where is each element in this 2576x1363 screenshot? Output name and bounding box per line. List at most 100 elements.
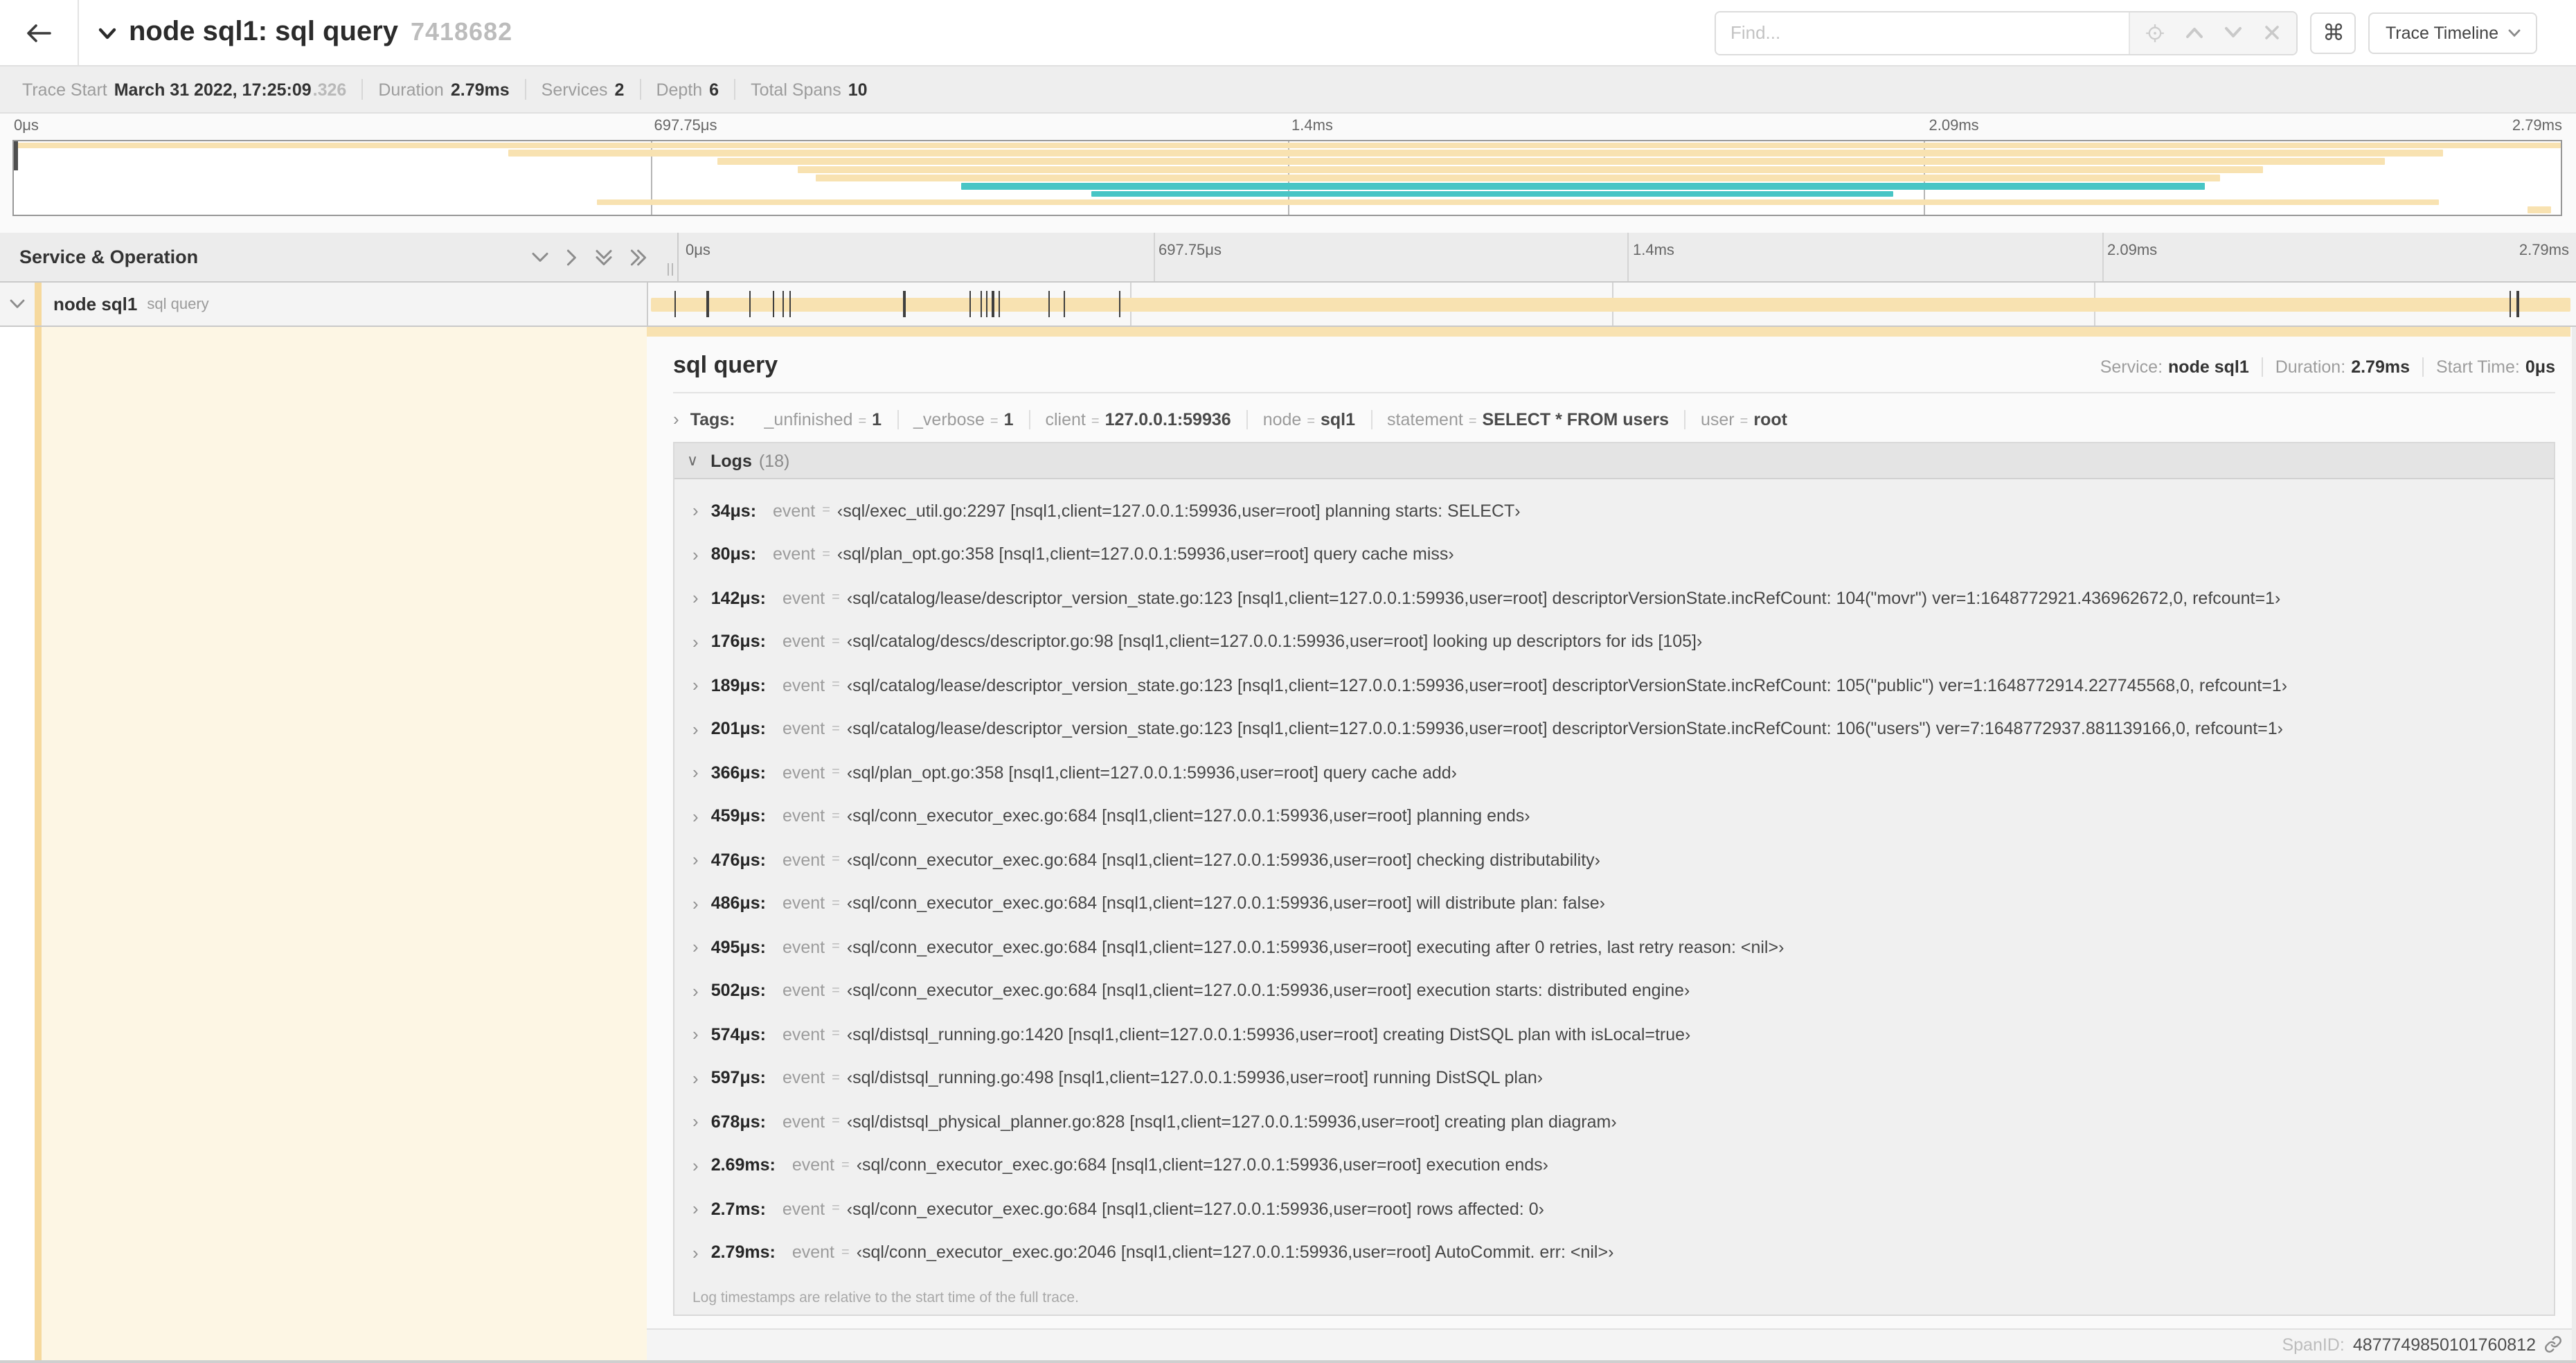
span-collapse-chevron-icon[interactable] — [0, 299, 35, 309]
log-marker-tick — [1063, 291, 1066, 317]
log-timestamp: 34μs: — [710, 501, 757, 521]
log-timestamp: 476μs: — [710, 850, 766, 870]
view-select-label: Trace Timeline — [2385, 23, 2498, 42]
chevron-right-icon: › — [692, 1155, 699, 1176]
find-input[interactable] — [1716, 12, 2129, 53]
deep-link-icon[interactable] — [2544, 1335, 2562, 1353]
span-overview-stats: Service: node sql1 Duration: 2.79ms Start … — [2100, 357, 2555, 377]
log-field-value: ‹sql/conn_executor_exec.go:684 [nsql1,cl… — [846, 981, 1690, 1001]
log-marker-tick — [789, 291, 791, 317]
minimap-range-handle[interactable] — [14, 141, 18, 170]
timeline-header: Service & Operation 0μs 697.75μs 1.4ms 2… — [0, 233, 2576, 283]
tags-accordian-toggle[interactable]: › Tags: _unfinished = 1 _verbose = 1 client =… — [673, 409, 2555, 429]
log-entry[interactable]: › 2.79ms: event = ‹sql/conn_executor_exe… — [674, 1231, 2554, 1274]
trace-summary-bar: Trace Start March 31 2022, 17:25:09.326 … — [0, 65, 2576, 114]
clear-find-icon[interactable] — [2253, 13, 2291, 52]
chevron-right-icon: › — [673, 409, 679, 429]
log-field-value: ‹sql/conn_executor_exec.go:2046 [nsql1,c… — [856, 1242, 1614, 1263]
tag-item: statement = SELECT * FROM users — [1370, 409, 1684, 429]
minimap-span-bar — [961, 182, 2205, 190]
log-marker-tick — [2516, 291, 2519, 317]
log-entry[interactable]: › 176μs: event = ‹sql/catalog/descs/desc… — [674, 620, 2554, 663]
log-timestamp: 2.79ms: — [710, 1242, 776, 1263]
log-field-key: event — [782, 632, 825, 652]
log-field-value: ‹sql/catalog/lease/descriptor_version_st… — [846, 588, 2281, 608]
log-entry[interactable]: › 495μs: event = ‹sql/conn_executor_exec… — [674, 925, 2554, 969]
log-field-key: event — [782, 937, 825, 957]
tags-list: _unfinished = 1 _verbose = 1 client = 127.0.0.… — [749, 409, 1803, 429]
find-prev-icon[interactable] — [2175, 13, 2214, 52]
timeline-gridline — [1153, 233, 1154, 281]
log-field-value: ‹sql/conn_executor_exec.go:684 [nsql1,cl… — [846, 850, 1600, 870]
tag-item: _verbose = 1 — [897, 409, 1028, 429]
collapse-all-icon[interactable] — [596, 249, 612, 265]
log-marker-tick — [981, 291, 983, 317]
tag-item: _unfinished = 1 — [764, 409, 882, 429]
log-timestamp: 142μs: — [710, 588, 766, 608]
chevron-right-icon: › — [692, 980, 699, 1001]
bottom-strip — [0, 1360, 2576, 1363]
chevron-down-icon — [2508, 28, 2521, 37]
view-select-button[interactable]: Trace Timeline — [2368, 12, 2537, 53]
log-field-value: ‹sql/plan_opt.go:358 [nsql1,client=127.0… — [837, 544, 1454, 564]
chevron-right-icon: › — [692, 936, 699, 958]
trace-collapse-chevron-icon[interactable] — [98, 28, 116, 40]
trace-timeline-page: node sql1: sql query 7418682 Find... ⌘ T… — [0, 0, 2576, 1363]
log-field-value: ‹sql/plan_opt.go:358 [nsql1,client=127.0… — [846, 763, 1457, 783]
log-entry[interactable]: › 486μs: event = ‹sql/conn_executor_exec… — [674, 882, 2554, 925]
log-marker-tick — [2509, 291, 2512, 317]
expand-all-icon[interactable] — [630, 249, 647, 265]
log-entry[interactable]: › 201μs: event = ‹sql/catalog/lease/desc… — [674, 707, 2554, 751]
log-field-value: ‹sql/conn_executor_exec.go:684 [nsql1,cl… — [846, 1199, 1544, 1219]
chevron-right-icon: › — [692, 675, 699, 696]
logs-accordian-toggle[interactable]: ∨ Logs (18) — [674, 443, 2554, 479]
log-entry[interactable]: › 366μs: event = ‹sql/plan_opt.go:358 [n… — [674, 751, 2554, 794]
log-entry[interactable]: › 2.7ms: event = ‹sql/conn_executor_exec… — [674, 1187, 2554, 1231]
chevron-right-icon: › — [692, 1067, 699, 1089]
span-detail-title: sql query — [673, 352, 778, 378]
timeline-header-ticks: 0μs 697.75μs 1.4ms 2.09ms 2.79ms — [679, 233, 2576, 281]
keyboard-shortcuts-button[interactable]: ⌘ — [2310, 12, 2356, 53]
back-button[interactable] — [0, 0, 79, 65]
log-entry[interactable]: › 574μs: event = ‹sql/distsql_running.go… — [674, 1013, 2554, 1056]
span-color-stripe — [35, 327, 41, 1360]
duration-stat: Duration 2.79ms — [378, 80, 510, 99]
locate-icon[interactable] — [2136, 13, 2175, 52]
divider — [2261, 357, 2263, 377]
log-entry[interactable]: › 502μs: event = ‹sql/conn_executor_exec… — [674, 969, 2554, 1013]
span-color-stripe — [35, 283, 41, 326]
find-next-icon[interactable] — [2214, 13, 2253, 52]
column-resize-grip[interactable] — [668, 263, 673, 276]
expand-one-icon[interactable] — [566, 249, 578, 265]
log-marker-tick — [969, 291, 971, 317]
log-entry[interactable]: › 189μs: event = ‹sql/catalog/lease/desc… — [674, 663, 2554, 707]
log-timestamp: 495μs: — [710, 937, 766, 957]
log-entry[interactable]: › 476μs: event = ‹sql/conn_executor_exec… — [674, 838, 2554, 882]
span-row-timeline-cell[interactable] — [648, 283, 2576, 326]
minimap-canvas[interactable] — [12, 140, 2562, 216]
log-entry[interactable]: › 597μs: event = ‹sql/distsql_running.go… — [674, 1056, 2554, 1100]
timeline-header-left: Service & Operation — [0, 233, 679, 281]
chevron-right-icon: › — [692, 631, 699, 652]
log-marker-tick — [1048, 291, 1050, 317]
log-entry[interactable]: › 2.69ms: event = ‹sql/conn_executor_exe… — [674, 1143, 2554, 1187]
span-duration-bar[interactable] — [651, 298, 2570, 311]
log-field-value: ‹sql/conn_executor_exec.go:684 [nsql1,cl… — [846, 893, 1605, 914]
log-field-value: ‹sql/distsql_running.go:498 [nsql1,clien… — [846, 1068, 1544, 1088]
log-entry[interactable]: › 459μs: event = ‹sql/conn_executor_exec… — [674, 794, 2554, 838]
span-detail-body: sql query Service: node sql1 Duration: 2.7… — [647, 337, 2576, 1328]
log-entry[interactable]: › 142μs: event = ‹sql/catalog/lease/desc… — [674, 576, 2554, 620]
log-entry[interactable]: › 34μs: event = ‹sql/exec_util.go:2297 [… — [674, 489, 2554, 533]
log-field-key: event — [782, 1112, 825, 1132]
top-bar-actions: ⌘ Trace Timeline — [1715, 10, 2576, 55]
log-field-key: event — [782, 1068, 825, 1088]
scrollbar-track[interactable] — [2572, 327, 2576, 1360]
chevron-right-icon: › — [692, 1242, 699, 1263]
log-entry[interactable]: › 80μs: event = ‹sql/plan_opt.go:358 [ns… — [674, 533, 2554, 576]
collapse-one-icon[interactable] — [532, 251, 548, 262]
log-field-value: ‹sql/exec_util.go:2297 [nsql1,client=127… — [837, 501, 1521, 521]
log-entry[interactable]: › 678μs: event = ‹sql/distsql_physical_p… — [674, 1100, 2554, 1143]
minimap-span-bar — [798, 166, 2263, 173]
timeline-collapse-controls — [532, 249, 647, 265]
span-row-name-cell[interactable]: node sql1 sql query — [0, 283, 648, 326]
